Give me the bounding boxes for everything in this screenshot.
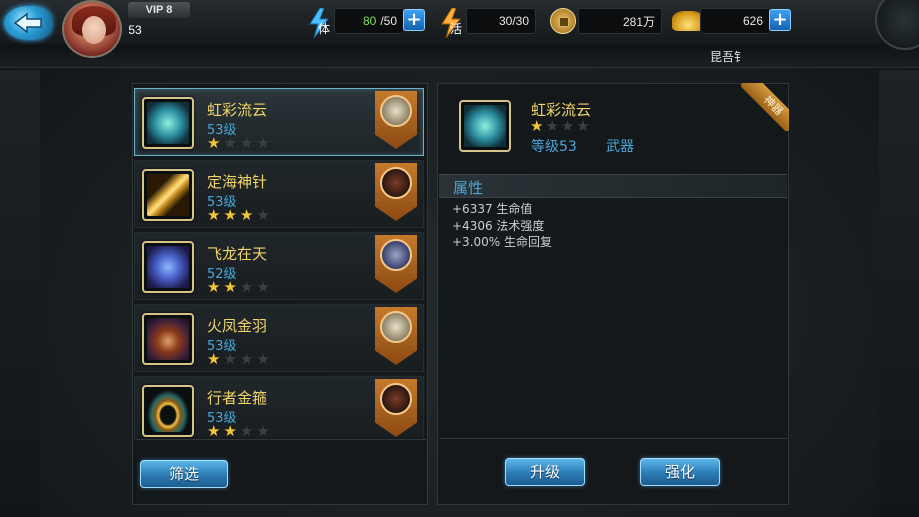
hero-badge [375,235,417,293]
hooded-figure-icon [142,313,194,365]
vitality-label: 活 [450,22,463,36]
jade-dragon-bracer-icon [459,100,511,152]
upgrade-button[interactable]: 升级 [505,458,585,486]
star-icon: ★ [239,422,254,439]
star-icon: ★ [256,134,270,152]
item-name: 行者金箍 [207,389,268,407]
equipment-item[interactable]: 虹彩流云 53级 ★ ★ ★ ★ [134,88,424,156]
star-icon: ★ [560,117,575,135]
star-icon: ★ [239,206,254,224]
copper-value: 281万 [622,14,655,29]
hero-badge [375,379,417,437]
vitality-value: 30/30 [498,14,529,28]
avatar-face [82,16,106,44]
star-icon: ★ [223,206,237,224]
item-stars: ★ ★ ★ ★ [207,352,270,367]
detail-divider [439,438,787,439]
right-frame [879,70,919,517]
star-icon: ★ [207,350,221,368]
star-icon: ★ [256,278,270,296]
back-arrow-icon [13,12,42,34]
star-icon: ★ [576,117,590,135]
stamina-max: /50 [380,14,397,28]
enhance-button[interactable]: 强化 [640,458,720,486]
star-icon: ★ [207,278,221,296]
star-icon: ★ [256,350,270,368]
attribute-line: +6337 生命值 [452,202,533,216]
filter-button[interactable]: 筛选 [140,460,228,488]
gold-value: 626 [742,14,763,28]
vitality-bar: 30/30 [466,8,536,34]
star-icon: ★ [239,278,254,296]
copper-coin-icon [550,8,576,34]
gold-bar: 626 [700,8,770,34]
hero-badge [375,91,417,149]
equipment-item[interactable]: 行者金箍 53级 ★ ★ ★ ★ [134,376,424,438]
hero-badge [375,307,417,365]
star-icon: ★ [256,206,270,224]
player-avatar[interactable] [62,0,122,58]
equipment-item[interactable]: 火凤金羽 53级 ★ ★ ★ ★ [134,304,424,372]
attribute-line: +3.00% 生命回复 [452,235,552,249]
detail-level: 等级53 [531,139,577,155]
star-icon: ★ [223,134,237,152]
add-gold-button[interactable]: + [769,9,791,31]
artifact-ribbon: 神器 [741,83,789,131]
player-level: 53 [128,23,142,37]
attributes-list: +6337 生命值 +4306 法术强度 +3.00% 生命回复 [452,201,552,251]
equipment-list[interactable]: 虹彩流云 53级 ★ ★ ★ ★ 定海神针 53级 ★ ★ ★ ★ 飞龙在天 5… [132,86,428,438]
equipment-item[interactable]: 飞龙在天 52级 ★ ★ ★ ★ [134,232,424,300]
star-icon: ★ [256,422,270,439]
equipment-item[interactable]: 定海神针 53级 ★ ★ ★ ★ [134,160,424,228]
left-frame [0,70,40,517]
dragon-polearm-icon [142,241,194,293]
star-icon: ★ [207,134,221,152]
star-icon: ★ [223,278,237,296]
star-icon: ★ [223,350,237,368]
star-icon: ★ [545,117,559,135]
item-stars: ★ ★ ★ ★ [207,208,270,223]
add-stamina-button[interactable]: + [403,9,425,31]
item-stars: ★ ★ ★ ★ [207,422,270,439]
server-name: 昆吾钅 [710,50,747,64]
golden-circlet-icon [142,385,194,437]
stamina-bar: 80 /50 [334,8,404,34]
star-icon: ★ [239,350,254,368]
golden-staff-icon [142,169,194,221]
jade-dragon-bracer-icon [142,97,194,149]
item-stars: ★ ★ ★ ★ [207,136,270,151]
artifact-ribbon-label: 神器 [741,83,789,131]
star-icon: ★ [207,206,221,224]
item-stars: ★ ★ ★ ★ [207,280,270,295]
sub-bar [0,44,919,68]
attributes-title: 属性 [453,179,484,197]
stamina-label: 体 [318,22,331,36]
star-icon: ★ [239,134,254,152]
star-icon: ★ [223,422,237,439]
stamina-value: 80 [362,14,377,28]
star-icon: ★ [530,117,544,135]
list-divider [134,439,426,440]
vip-badge[interactable]: VIP 8 [128,2,190,18]
hero-badge [375,163,417,221]
detail-type: 武器 [606,139,634,155]
star-icon: ★ [207,422,221,439]
item-name: 飞龙在天 [207,245,268,263]
back-button[interactable] [4,6,52,40]
item-name: 定海神针 [207,173,268,191]
copper-bar: 281万 [578,8,662,34]
attribute-line: +4306 法术强度 [452,218,545,233]
attributes-header: 属性 [439,174,787,198]
item-name: 火凤金羽 [207,317,268,335]
item-name: 虹彩流云 [207,101,268,119]
detail-stars: ★ ★ ★ ★ [530,119,590,134]
